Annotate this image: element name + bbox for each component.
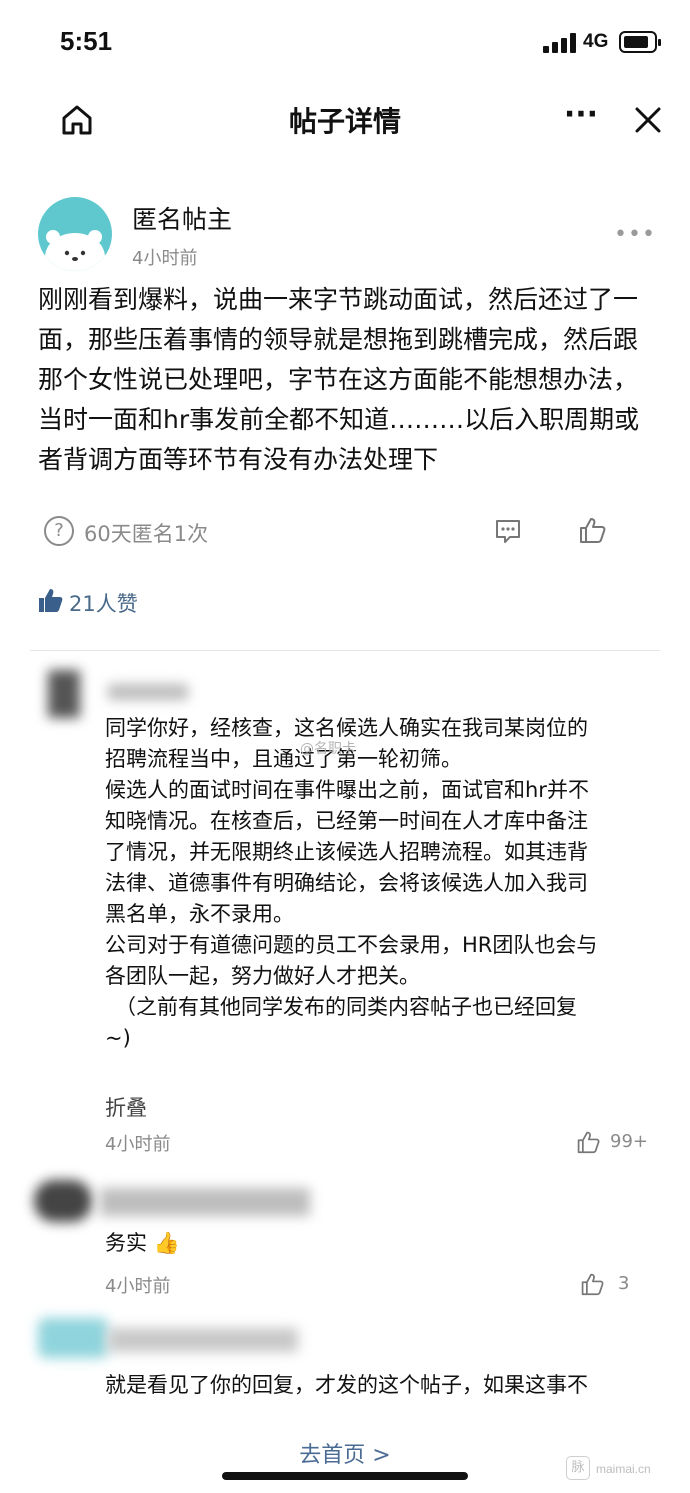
- comment-2-likes: 3: [618, 1273, 630, 1294]
- fold-button[interactable]: 折叠: [105, 1092, 147, 1122]
- anon-stats: 60天匿名1次: [84, 522, 209, 546]
- comment-line: 了情况，并无限期终止该候选人招聘流程。如其违背: [105, 840, 588, 864]
- commenter-avatar-blurred: [34, 1180, 92, 1222]
- post-time: 4小时前: [132, 248, 198, 269]
- thumb-up-filled-icon: [39, 589, 63, 612]
- like-icon[interactable]: [578, 516, 606, 544]
- site-badge: 脉: [566, 1456, 590, 1480]
- like-icon[interactable]: [580, 1272, 604, 1296]
- commenter-avatar-blurred: [38, 1318, 108, 1358]
- signal-icon: [543, 33, 577, 53]
- bear-icon: [45, 230, 105, 271]
- battery-icon: [619, 31, 661, 53]
- watermark: @名职卡: [300, 741, 356, 757]
- post-more-icon[interactable]: •••: [614, 222, 656, 247]
- comment-line: （之前有其他同学发布的同类内容帖子也已经回复: [115, 995, 577, 1019]
- comment-1-text: 同学你好，经核查，这名候选人确实在我司某岗位的 招聘流程当中，且通过了第一轮初筛…: [105, 713, 655, 1054]
- comment-line: 同学你好，经核查，这名候选人确实在我司某岗位的: [105, 716, 588, 740]
- close-icon[interactable]: [630, 102, 666, 138]
- commenter-avatar-blurred: [48, 670, 80, 718]
- divider: [30, 650, 660, 651]
- nav-bar: 帖子详情 ···: [0, 85, 690, 155]
- comment-line: 招聘流程当中，且通过了第一轮初筛。: [105, 747, 462, 771]
- likes-count: 21人赞: [69, 592, 138, 616]
- comment-line: 各团队一起，努力做好人才把关。: [105, 964, 420, 988]
- comment-1-likes: 99+: [610, 1131, 648, 1152]
- commenter-name-blurred: [108, 684, 188, 700]
- comment-line: 候选人的面试时间在事件曝出之前，面试官和hr并不: [105, 778, 589, 802]
- stats-row: ? 60天匿名1次: [40, 514, 660, 554]
- comment-2: 务实 👍: [105, 1228, 655, 1259]
- comment-line: ~): [105, 1026, 131, 1050]
- comment-line: 知晓情况。在核查后，已经第一时间在人才库中备注: [105, 809, 588, 833]
- comment-2-text: 务实 👍: [105, 1231, 180, 1255]
- like-icon[interactable]: [576, 1130, 600, 1154]
- author-name[interactable]: 匿名帖主: [132, 200, 232, 236]
- home-indicator: [222, 1472, 468, 1480]
- status-time: 5:51: [60, 26, 113, 56]
- comment-icon[interactable]: [494, 518, 522, 544]
- site-watermark: maimai.cn: [596, 1462, 651, 1476]
- post-body: 刚刚看到爆料，说曲一来字节跳动面试，然后还过了一面，那些压着事情的领导就是想拖到…: [38, 285, 640, 474]
- network-type: 4G: [583, 31, 609, 52]
- question-icon: ?: [44, 516, 74, 546]
- more-icon[interactable]: ···: [562, 100, 600, 133]
- comment-2-time: 4小时前: [105, 1276, 171, 1297]
- commenter-name-blurred: [108, 1328, 298, 1352]
- comment-line: 公司对于有道德问题的员工不会录用，HR团队也会与: [105, 933, 598, 957]
- comment-1: 同学你好，经核查，这名候选人确实在我司某岗位的 招聘流程当中，且通过了第一轮初筛…: [105, 713, 655, 1054]
- avatar[interactable]: [38, 197, 112, 271]
- comment-line: 法律、道德事件有明确结论，会将该候选人加入我司: [105, 871, 588, 895]
- status-bar: 5:51 4G: [0, 0, 690, 80]
- commenter-name-blurred: [100, 1188, 310, 1216]
- comment-1-time: 4小时前: [105, 1134, 171, 1155]
- comment-line: 黑名单，永不录用。: [105, 902, 294, 926]
